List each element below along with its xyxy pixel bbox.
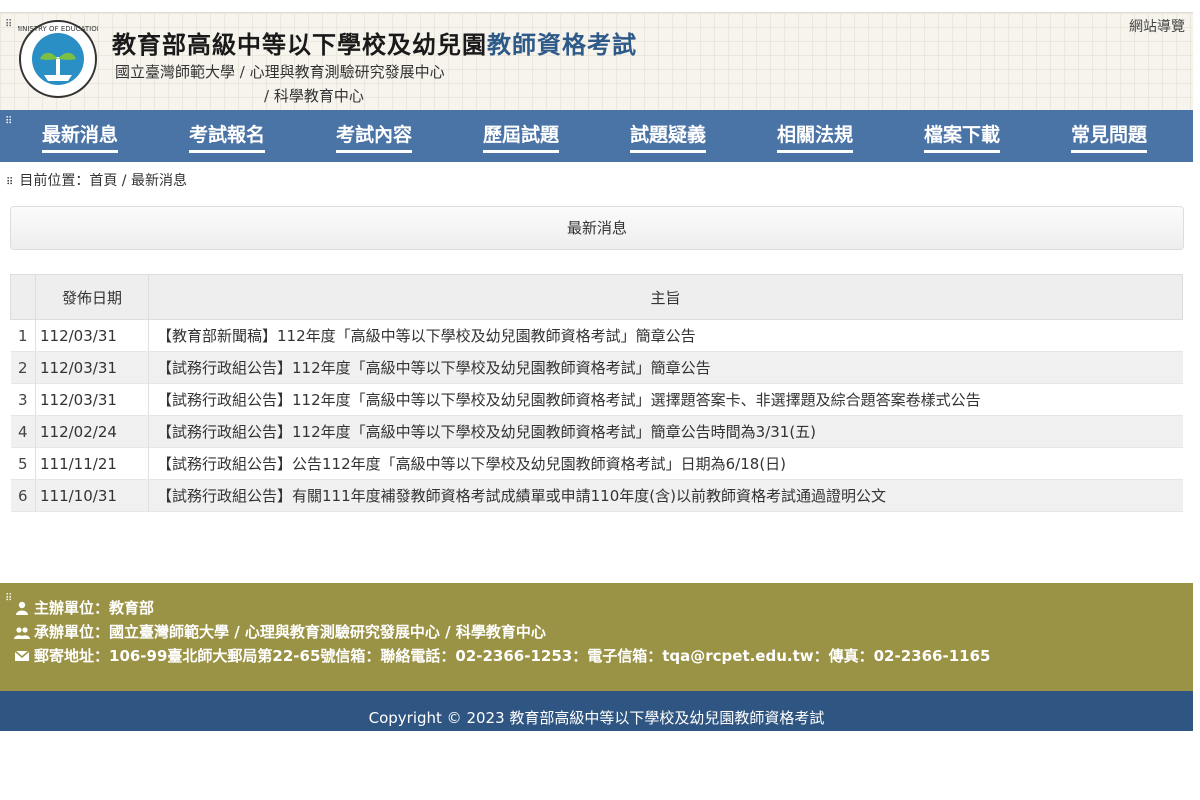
nav-item-regulations[interactable]: 相關法規 bbox=[777, 120, 854, 153]
section-title-panel: 最新消息 bbox=[10, 206, 1184, 250]
row-date: 112/02/24 bbox=[35, 415, 149, 448]
footer-organizer: 主辦單位：教育部 bbox=[14, 597, 154, 618]
row-subject-link[interactable]: 【試務行政組公告】112年度「高級中等以下學校及幼兒園教師資格考試」簡章公告時間… bbox=[148, 415, 1183, 448]
grip-icon: ⠿ bbox=[6, 177, 14, 188]
nav-item-latest-news[interactable]: 最新消息 bbox=[42, 120, 119, 153]
table-row[interactable]: 6 111/10/31 【試務行政組公告】有關111年度補發教師資格考試成績單或… bbox=[10, 479, 1183, 512]
person-icon bbox=[16, 601, 28, 615]
row-subject-link[interactable]: 【試務行政組公告】112年度「高級中等以下學校及幼兒園教師資格考試」簡章公告 bbox=[148, 351, 1183, 384]
nav-item-registration[interactable]: 考試報名 bbox=[189, 120, 266, 153]
row-date: 111/11/21 bbox=[35, 447, 149, 480]
column-header-date: 發佈日期 bbox=[35, 274, 149, 320]
nav-item-question-disputes[interactable]: 試題疑義 bbox=[630, 120, 707, 153]
breadcrumb: ⠿ 目前位置：首頁 / 最新消息 bbox=[6, 170, 187, 190]
svg-text:MINISTRY OF EDUCATION: MINISTRY OF EDUCATION bbox=[18, 25, 98, 33]
footer-contractor-text: 承辦單位：國立臺灣師範大學 / 心理與教育測驗研究發展中心 / 科學教育中心 bbox=[34, 623, 546, 641]
site-title-accent: 教師資格考試 bbox=[487, 30, 637, 59]
grip-icon: ⠿ bbox=[5, 116, 12, 127]
table-row[interactable]: 5 111/11/21 【試務行政組公告】公告112年度「高級中等以下學校及幼兒… bbox=[10, 447, 1183, 480]
site-header: ⠿ MINISTRY OF EDUCATION 教育部高級中等以下學校及幼兒園教… bbox=[0, 12, 1193, 111]
news-table: 發佈日期 主旨 1 112/03/31 【教育部新聞稿】112年度「高級中等以下… bbox=[10, 274, 1183, 512]
row-number: 4 bbox=[10, 415, 36, 448]
copyright-bar: Copyright © 2023 教育部高級中等以下學校及幼兒園教師資格考試 bbox=[0, 691, 1193, 731]
row-subject-link[interactable]: 【教育部新聞稿】112年度「高級中等以下學校及幼兒園教師資格考試」簡章公告 bbox=[148, 319, 1183, 352]
site-subtitle-line2: / 科學教育中心 bbox=[264, 87, 364, 105]
main-nav: ⠿ 最新消息 考試報名 考試內容 歷屆試題 試題疑義 相關法規 檔案下載 常見問… bbox=[0, 110, 1193, 162]
grip-icon: ⠿ bbox=[5, 19, 12, 30]
envelope-icon bbox=[14, 649, 30, 661]
copyright-text: Copyright © 2023 教育部高級中等以下學校及幼兒園教師資格考試 bbox=[368, 709, 825, 727]
row-subject-link[interactable]: 【試務行政組公告】112年度「高級中等以下學校及幼兒園教師資格考試」選擇題答案卡… bbox=[148, 383, 1183, 416]
sitemap-link[interactable]: 網站導覽 bbox=[1129, 16, 1185, 36]
row-date: 111/10/31 bbox=[35, 479, 149, 512]
row-number: 3 bbox=[10, 383, 36, 416]
column-header-number bbox=[10, 274, 36, 320]
breadcrumb-text[interactable]: 目前位置：首頁 / 最新消息 bbox=[19, 173, 187, 189]
row-number: 1 bbox=[10, 319, 36, 352]
table-row[interactable]: 1 112/03/31 【教育部新聞稿】112年度「高級中等以下學校及幼兒園教師… bbox=[10, 319, 1183, 352]
row-date: 112/03/31 bbox=[35, 351, 149, 384]
table-row[interactable]: 3 112/03/31 【試務行政組公告】112年度「高級中等以下學校及幼兒園教… bbox=[10, 383, 1183, 416]
grip-icon: ⠿ bbox=[5, 593, 12, 604]
footer-address-text: 郵寄地址：106-99臺北師大郵局第22-65號信箱：聯絡電話：02-2366-… bbox=[34, 647, 991, 665]
row-date: 112/03/31 bbox=[35, 319, 149, 352]
site-subtitle-line1: 國立臺灣師範大學 / 心理與教育測驗研究發展中心 bbox=[115, 63, 445, 81]
row-subject-link[interactable]: 【試務行政組公告】公告112年度「高級中等以下學校及幼兒園教師資格考試」日期為6… bbox=[148, 447, 1183, 480]
site-footer: ⠿ 主辦單位：教育部 承辦單位：國立臺灣師範大學 / 心理與教育測驗研究發展中心… bbox=[0, 583, 1193, 691]
row-number: 6 bbox=[10, 479, 36, 512]
ministry-of-education-logo[interactable]: MINISTRY OF EDUCATION bbox=[18, 19, 98, 99]
row-number: 5 bbox=[10, 447, 36, 480]
nav-item-exam-content[interactable]: 考試內容 bbox=[336, 120, 413, 153]
row-subject-link[interactable]: 【試務行政組公告】有關111年度補發教師資格考試成績單或申請110年度(含)以前… bbox=[148, 479, 1183, 512]
column-header-subject: 主旨 bbox=[148, 274, 1183, 320]
nav-item-faq[interactable]: 常見問題 bbox=[1071, 120, 1148, 153]
nav-item-downloads[interactable]: 檔案下載 bbox=[924, 120, 1001, 153]
users-icon bbox=[14, 626, 30, 639]
footer-organizer-text: 主辦單位：教育部 bbox=[34, 599, 155, 617]
footer-address: 郵寄地址：106-99臺北師大郵局第22-65號信箱：聯絡電話：02-2366-… bbox=[14, 645, 990, 666]
row-number: 2 bbox=[10, 351, 36, 384]
site-title: 教育部高級中等以下學校及幼兒園教師資格考試 bbox=[112, 30, 637, 59]
footer-contractor: 承辦單位：國立臺灣師範大學 / 心理與教育測驗研究發展中心 / 科學教育中心 bbox=[14, 621, 546, 642]
row-date: 112/03/31 bbox=[35, 383, 149, 416]
table-row[interactable]: 2 112/03/31 【試務行政組公告】112年度「高級中等以下學校及幼兒園教… bbox=[10, 351, 1183, 384]
nav-item-past-exams[interactable]: 歷屆試題 bbox=[483, 120, 560, 153]
table-row[interactable]: 4 112/02/24 【試務行政組公告】112年度「高級中等以下學校及幼兒園教… bbox=[10, 415, 1183, 448]
